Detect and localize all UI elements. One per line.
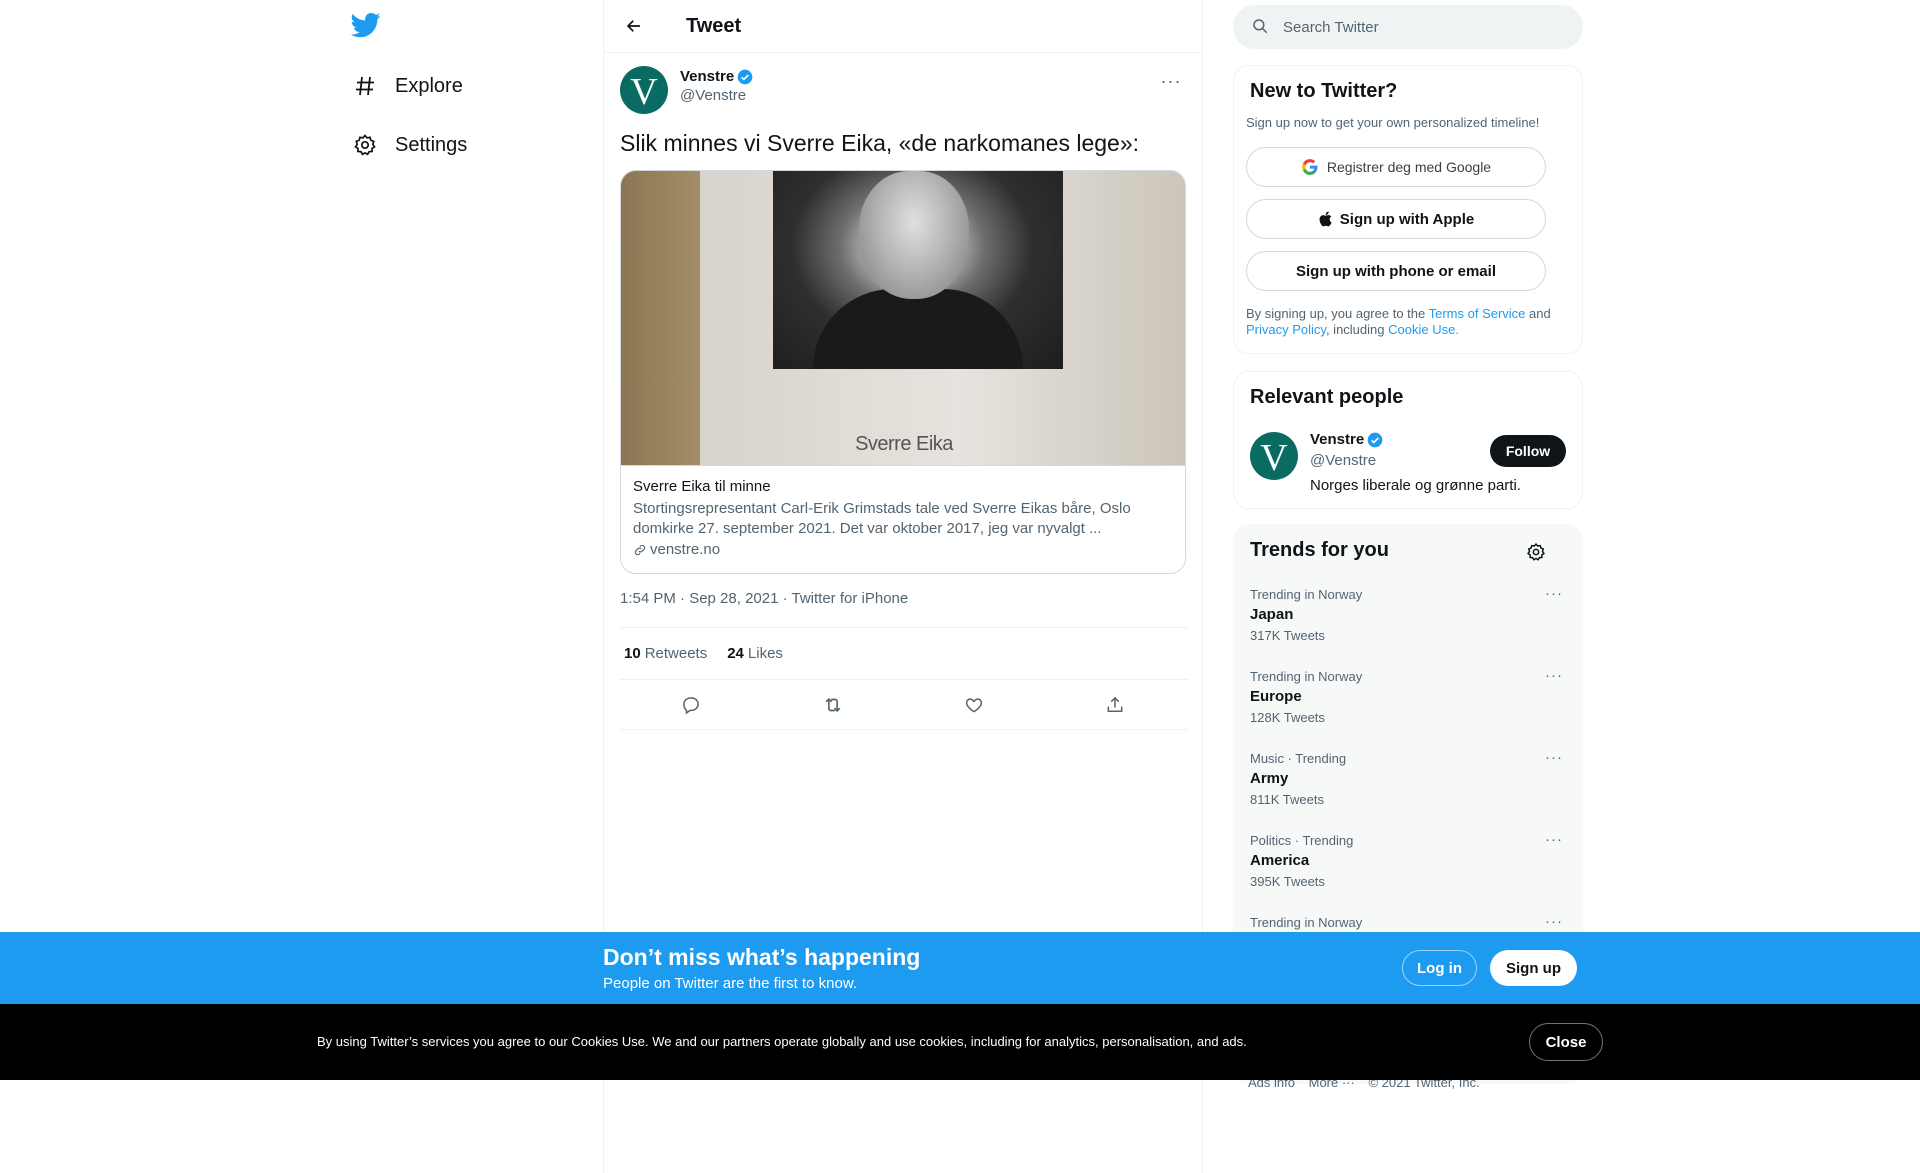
signup-subtitle: Sign up now to get your own personalized… <box>1246 115 1540 130</box>
card-description: Stortingsrepresentant Carl-Erik Grimstad… <box>633 500 1131 537</box>
nav-item-label: Explore <box>395 74 463 97</box>
card-body: Sverre Eika til minne Stortingsrepresent… <box>633 477 1173 558</box>
trend-item[interactable]: Trending in Norway Japan 317K Tweets ··· <box>1250 585 1568 669</box>
trend-name: Europe <box>1250 688 1302 705</box>
apple-signup-button[interactable]: Sign up with Apple <box>1246 199 1546 239</box>
trend-context: Music · Trending <box>1250 751 1347 766</box>
trend-name: Japan <box>1250 606 1294 623</box>
cookie-text: By using Twitter’s services you agree to… <box>317 1034 1247 1049</box>
bottom-bar-subtitle: People on Twitter are the first to know. <box>603 975 858 992</box>
trend-count: 395K Tweets <box>1250 874 1325 889</box>
image-caption: Sverre Eika <box>855 433 953 455</box>
verified-badge-icon <box>737 69 753 85</box>
cookie-close-button[interactable]: Close <box>1529 1023 1603 1061</box>
cookie-use-link[interactable]: Cookie Use. <box>1388 322 1459 337</box>
trends-settings-gear-icon[interactable] <box>1524 540 1548 564</box>
trend-name: America <box>1250 852 1310 869</box>
trend-more-icon[interactable]: ··· <box>1540 667 1568 687</box>
tweet-text: Slik minnes vi Sverre Eika, «de narkoman… <box>620 130 1140 156</box>
login-button[interactable]: Log in <box>1402 950 1477 986</box>
author-name: Venstre <box>680 68 735 85</box>
trend-context: Trending in Norway <box>1250 915 1363 930</box>
trend-context: Politics · Trending <box>1250 833 1354 848</box>
main-header: Tweet <box>604 0 1202 53</box>
bottom-bar-title: Don’t miss what’s happening <box>603 944 921 970</box>
trend-item[interactable]: Politics · Trending America 395K Tweets … <box>1250 831 1568 915</box>
search-bar[interactable] <box>1233 5 1583 49</box>
signup-title: New to Twitter? <box>1250 80 1398 102</box>
tweet-timestamp[interactable]: 1:54 PM · Sep 28, 2021 · Twitter for iPh… <box>620 590 908 607</box>
trend-count: 317K Tweets <box>1250 628 1325 643</box>
like-heart-icon[interactable] <box>959 690 989 720</box>
privacy-link[interactable]: Privacy Policy <box>1246 322 1326 337</box>
retweet-icon[interactable] <box>818 690 848 720</box>
trend-count: 811K Tweets <box>1250 792 1324 807</box>
search-icon <box>1251 17 1271 37</box>
relevant-people-title: Relevant people <box>1250 386 1404 408</box>
gear-icon <box>351 131 379 159</box>
nav-item-settings[interactable]: Settings <box>351 122 467 168</box>
page-title: Tweet <box>686 14 742 37</box>
avatar[interactable]: V <box>620 66 668 114</box>
trend-more-icon[interactable]: ··· <box>1540 749 1568 769</box>
phone-email-signup-button[interactable]: Sign up with phone or email <box>1246 251 1546 291</box>
link-icon <box>633 543 647 557</box>
nav-item-explore[interactable]: Explore <box>351 63 463 109</box>
bottom-signup-bar: Don’t miss what’s happening People on Tw… <box>0 932 1920 1004</box>
likes-count[interactable]: 24 <box>727 645 744 662</box>
card-title: Sverre Eika til minne <box>633 478 771 495</box>
reply-icon[interactable] <box>676 690 706 720</box>
trend-more-icon[interactable]: ··· <box>1540 913 1568 933</box>
trend-item[interactable]: Trending in Norway Europe 128K Tweets ··… <box>1250 667 1568 751</box>
likes-label[interactable]: Likes <box>748 645 783 662</box>
trend-more-icon[interactable]: ··· <box>1540 585 1568 605</box>
author-handle: @Venstre <box>680 87 747 104</box>
signup-legal-text: By signing up, you agree to the Terms of… <box>1246 306 1551 337</box>
svg-text:V: V <box>630 71 658 113</box>
card-image: Sverre Eika <box>621 171 1185 466</box>
person-bio: Norges liberale og grønne parti. <box>1310 477 1521 494</box>
trends-title: Trends for you <box>1250 539 1389 561</box>
tweet-actions <box>620 680 1188 730</box>
share-icon[interactable] <box>1100 690 1130 720</box>
search-input[interactable] <box>1283 18 1563 36</box>
retweets-label[interactable]: Retweets <box>645 645 708 662</box>
signup-box: New to Twitter? Sign up now to get your … <box>1233 65 1583 354</box>
relevant-people-box: Relevant people V Venstre @Venstre Norge… <box>1233 371 1583 509</box>
more-options-icon[interactable]: ··· <box>1154 64 1188 98</box>
google-icon <box>1301 158 1319 176</box>
hashtag-icon <box>351 72 379 100</box>
trend-more-icon[interactable]: ··· <box>1540 831 1568 851</box>
trend-context: Trending in Norway <box>1250 587 1363 602</box>
terms-link[interactable]: Terms of Service <box>1429 306 1526 321</box>
tweet-stats: 10 Retweets 24 Likes <box>620 627 1188 680</box>
verified-badge-icon <box>1367 432 1383 448</box>
person-name[interactable]: Venstre <box>1310 431 1383 448</box>
nav-item-label: Settings <box>395 133 468 156</box>
google-signup-button[interactable]: Registrer deg med Google <box>1246 147 1546 187</box>
signup-button[interactable]: Sign up <box>1490 950 1577 986</box>
retweets-count[interactable]: 10 <box>624 645 641 662</box>
tweet-author[interactable]: Venstre @Venstre <box>680 68 753 104</box>
trend-item[interactable]: Music · Trending Army 811K Tweets ··· <box>1250 749 1568 833</box>
trend-count: 128K Tweets <box>1250 710 1325 725</box>
cookie-banner: By using Twitter’s services you agree to… <box>0 1004 1920 1080</box>
twitter-logo-icon[interactable] <box>350 10 385 44</box>
svg-text:V: V <box>1260 437 1288 479</box>
trend-context: Trending in Norway <box>1250 669 1363 684</box>
follow-button[interactable]: Follow <box>1490 435 1566 467</box>
trend-name: Army <box>1250 770 1289 787</box>
person-handle[interactable]: @Venstre <box>1310 452 1376 469</box>
apple-icon <box>1318 210 1334 228</box>
card-domain: venstre.no <box>633 541 1173 558</box>
link-card[interactable]: Sverre Eika Sverre Eika til minne Storti… <box>620 170 1186 574</box>
avatar[interactable]: V <box>1250 432 1298 480</box>
back-arrow-icon[interactable] <box>616 8 652 44</box>
portrait-photo <box>773 171 1063 369</box>
